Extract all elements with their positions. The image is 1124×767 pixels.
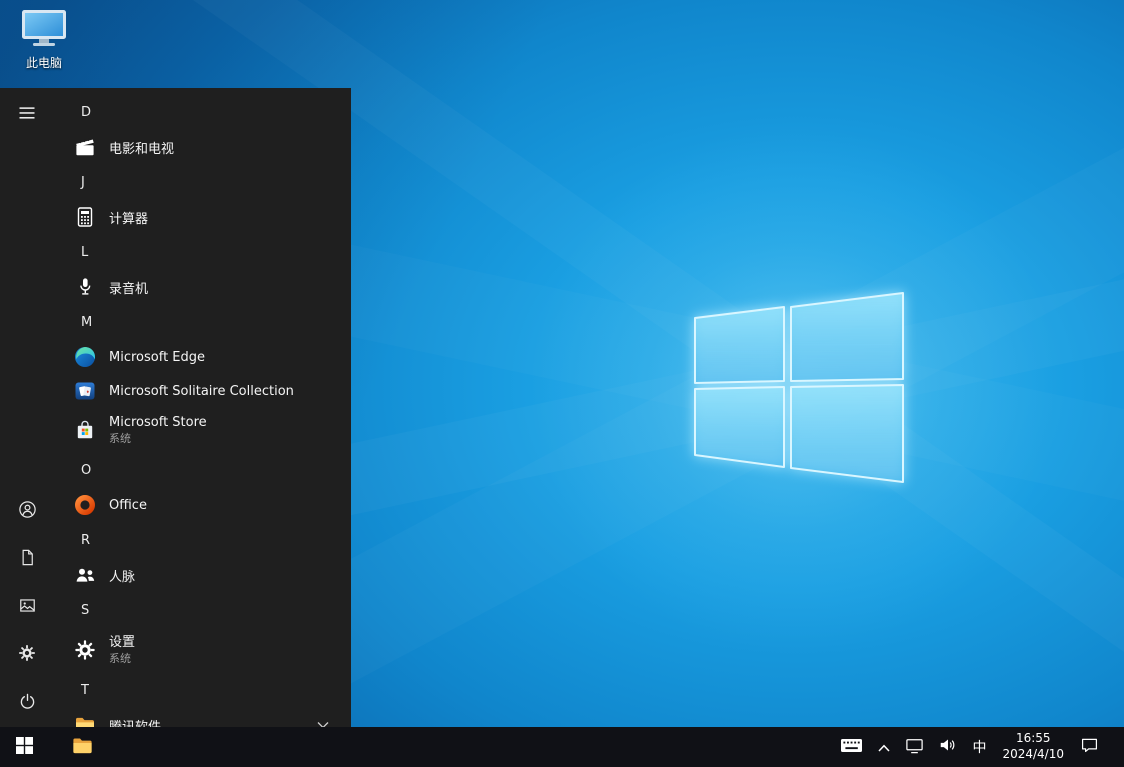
clock-time: 16:55: [1002, 731, 1064, 747]
app-item-movies-tv[interactable]: 电影和电视: [72, 130, 343, 164]
expand-menu-button[interactable]: [3, 91, 51, 139]
app-item-label: 计算器: [109, 208, 148, 227]
taskbar: 中 16:55 2024/4/10: [0, 727, 1124, 767]
gear-icon: [73, 638, 97, 662]
app-item-voice-recorder[interactable]: 录音机: [72, 270, 343, 304]
start-button[interactable]: [0, 727, 48, 767]
app-section-letter[interactable]: J: [72, 164, 343, 200]
app-item-text: 设置 系统: [109, 635, 135, 665]
app-item-settings[interactable]: 设置 系统: [72, 628, 343, 672]
app-item-label: Microsoft Solitaire Collection: [109, 384, 294, 399]
windows-logo: [695, 293, 903, 482]
document-icon: [18, 548, 37, 571]
clock-date: 2024/4/10: [1002, 747, 1064, 763]
app-item-microsoft-edge[interactable]: Microsoft Edge: [72, 340, 343, 374]
app-section-letter[interactable]: L: [72, 234, 343, 270]
voice-recorder-icon: [73, 275, 97, 299]
user-icon: [17, 499, 38, 524]
action-center-icon: [1080, 736, 1099, 758]
start-menu-app-list: D 电影和电视 J: [54, 88, 351, 727]
hamburger-menu-icon: [17, 103, 37, 127]
power-button[interactable]: [3, 679, 51, 727]
app-item-label: 电影和电视: [109, 138, 174, 157]
calculator-icon: [73, 205, 97, 229]
pictures-button[interactable]: [3, 583, 51, 631]
app-section-letter[interactable]: D: [72, 94, 343, 130]
start-menu: D 电影和电视 J: [0, 88, 351, 727]
ime-indicator[interactable]: 中: [965, 727, 993, 767]
office-icon: [73, 493, 97, 517]
app-item-label: Microsoft Store: [109, 415, 207, 431]
settings-button[interactable]: [3, 631, 51, 679]
app-item-label: 人脉: [109, 566, 135, 585]
power-icon: [18, 692, 37, 715]
app-item-people[interactable]: 人脉: [72, 558, 343, 592]
system-tray: 中 16:55 2024/4/10: [833, 727, 1124, 767]
file-explorer-button[interactable]: [58, 727, 106, 767]
network-icon: [905, 736, 924, 759]
store-icon: [73, 418, 97, 442]
app-item-microsoft-store[interactable]: Microsoft Store 系统: [72, 408, 343, 452]
app-item-calculator[interactable]: 计算器: [72, 200, 343, 234]
app-section-letter[interactable]: T: [72, 672, 343, 708]
app-section-letter[interactable]: O: [72, 452, 343, 488]
rail-bottom-group: [3, 487, 51, 727]
app-item-office[interactable]: Office: [72, 488, 343, 522]
app-item-text: Microsoft Store 系统: [109, 415, 207, 445]
volume-button[interactable]: [931, 727, 965, 767]
screen: 此电脑: [0, 0, 1124, 767]
pictures-icon: [18, 596, 37, 619]
app-item-label: 设置: [109, 635, 135, 651]
user-account-button[interactable]: [3, 487, 51, 535]
gear-icon: [17, 643, 37, 667]
app-section-letter[interactable]: R: [72, 522, 343, 558]
network-button[interactable]: [898, 727, 931, 767]
desktop-icon-this-pc[interactable]: 此电脑: [12, 8, 76, 71]
app-item-label: Microsoft Edge: [109, 350, 205, 365]
start-menu-rail: [0, 88, 54, 727]
desktop-icon-label: 此电脑: [26, 54, 62, 71]
app-item-label: Office: [109, 498, 147, 513]
show-hidden-icons-button[interactable]: [870, 727, 898, 767]
windows-logo-icon: [16, 737, 33, 758]
folder-icon: [73, 713, 97, 727]
app-item-subtitle: 系统: [109, 432, 207, 445]
solitaire-icon: [73, 379, 97, 403]
app-item-tencent-folder[interactable]: 腾讯软件: [72, 708, 343, 727]
touch-keyboard-button[interactable]: [833, 727, 870, 767]
ime-indicator-label: 中: [972, 737, 986, 757]
documents-button[interactable]: [3, 535, 51, 583]
app-item-label: 录音机: [109, 278, 148, 297]
clock[interactable]: 16:55 2024/4/10: [993, 731, 1073, 762]
app-section-letter[interactable]: M: [72, 304, 343, 340]
file-explorer-icon: [71, 734, 94, 761]
chevron-up-icon: [877, 738, 891, 757]
volume-icon: [938, 735, 958, 759]
this-pc-icon: [20, 8, 68, 52]
people-icon: [73, 563, 97, 587]
app-section-letter[interactable]: S: [72, 592, 343, 628]
touch-keyboard-icon: [840, 736, 863, 758]
app-item-solitaire[interactable]: Microsoft Solitaire Collection: [72, 374, 343, 408]
app-item-label: 腾讯软件: [109, 716, 161, 728]
app-item-subtitle: 系统: [109, 652, 135, 665]
movies-tv-icon: [73, 135, 97, 159]
edge-icon: [73, 345, 97, 369]
action-center-button[interactable]: [1073, 727, 1106, 767]
